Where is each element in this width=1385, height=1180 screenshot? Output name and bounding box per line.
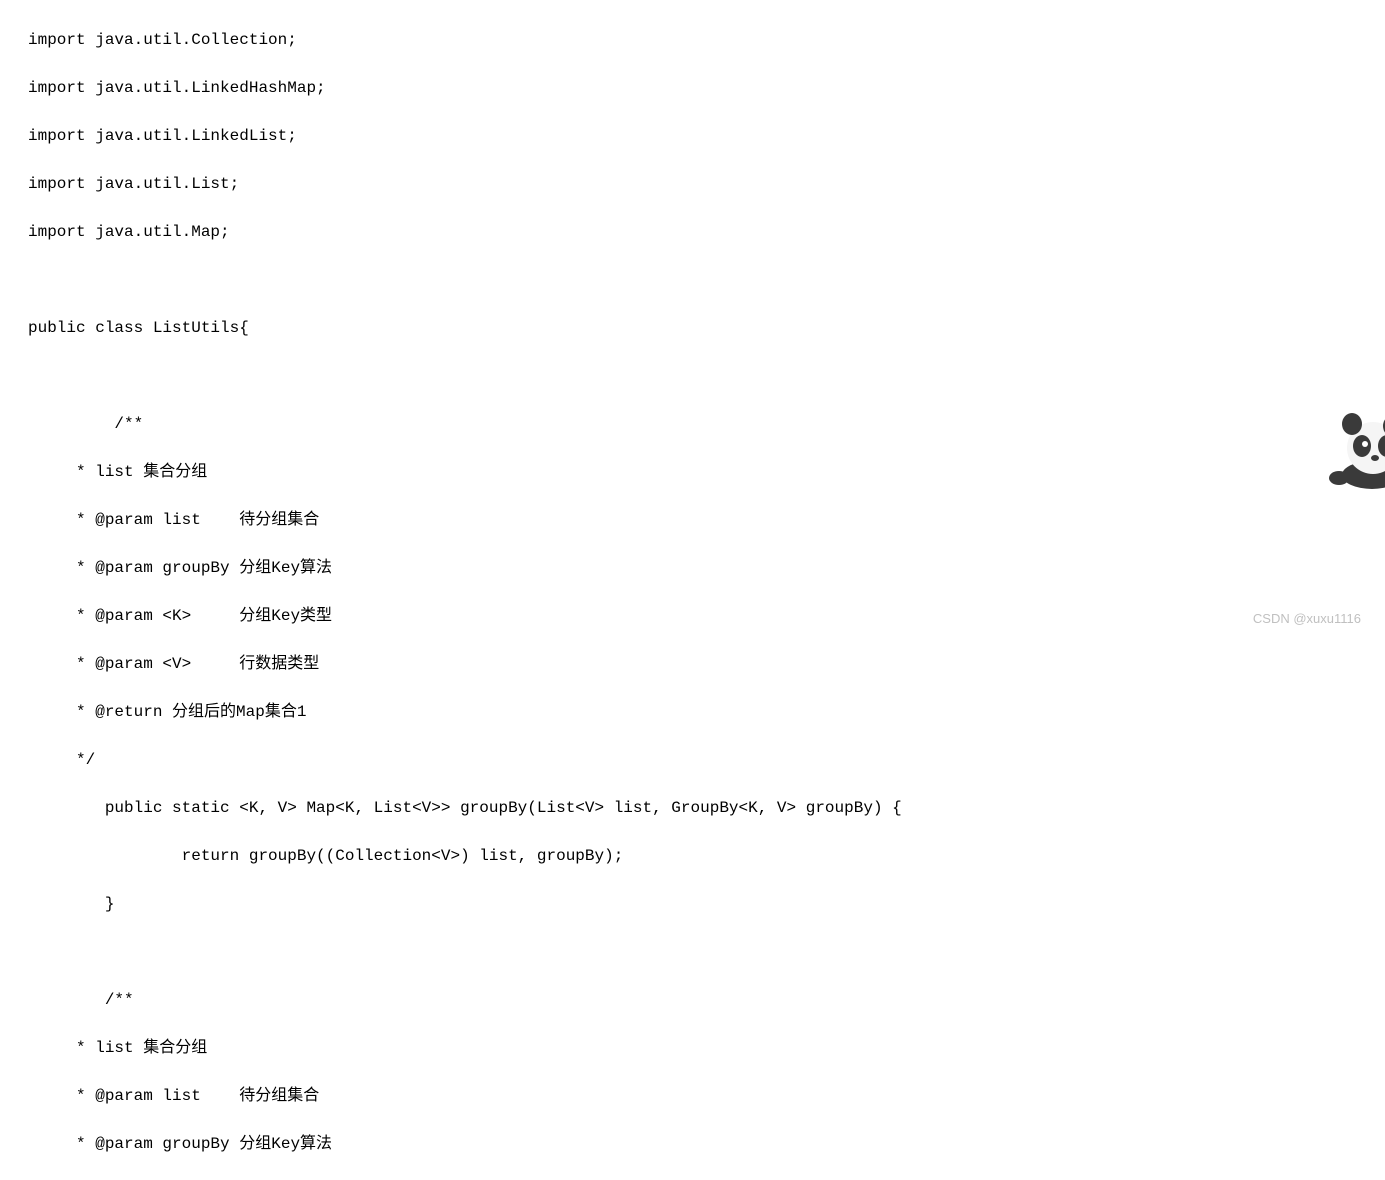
code-line: * list 集合分组 [28,460,1385,484]
code-line: public static <K, V> Map<K, List<V>> gro… [28,796,1385,820]
code-line [28,364,1385,388]
code-line: * @param groupBy 分组Key算法 [28,1132,1385,1156]
code-line: * @param list 待分组集合 [28,508,1385,532]
code-line: /** [28,412,1385,436]
code-line: * @return 分组后的Map集合1 [28,700,1385,724]
code-line: import java.util.Map; [28,220,1385,244]
code-line: * @param <V> 行数据类型 [28,652,1385,676]
code-line: * @param list 待分组集合 [28,1084,1385,1108]
panda-mascot-icon [1317,390,1385,490]
code-line: return groupBy((Collection<V>) list, gro… [28,844,1385,868]
code-line: } [28,892,1385,916]
code-line: * list 集合分组 [28,1036,1385,1060]
code-line: import java.util.List; [28,172,1385,196]
code-block: import java.util.Collection; import java… [0,0,1385,1180]
code-line: /** [28,988,1385,1012]
code-line: */ [28,748,1385,772]
code-line: import java.util.LinkedHashMap; [28,76,1385,100]
code-line: public class ListUtils{ [28,316,1385,340]
code-line: * @param <K> 分组Key类型 [28,604,1385,628]
code-line: * @param groupBy 分组Key算法 [28,556,1385,580]
code-line [28,940,1385,964]
watermark-text: CSDN @xuxu1116 [1253,609,1361,629]
code-line [28,268,1385,292]
code-line: import java.util.LinkedList; [28,124,1385,148]
code-line: import java.util.Collection; [28,28,1385,52]
